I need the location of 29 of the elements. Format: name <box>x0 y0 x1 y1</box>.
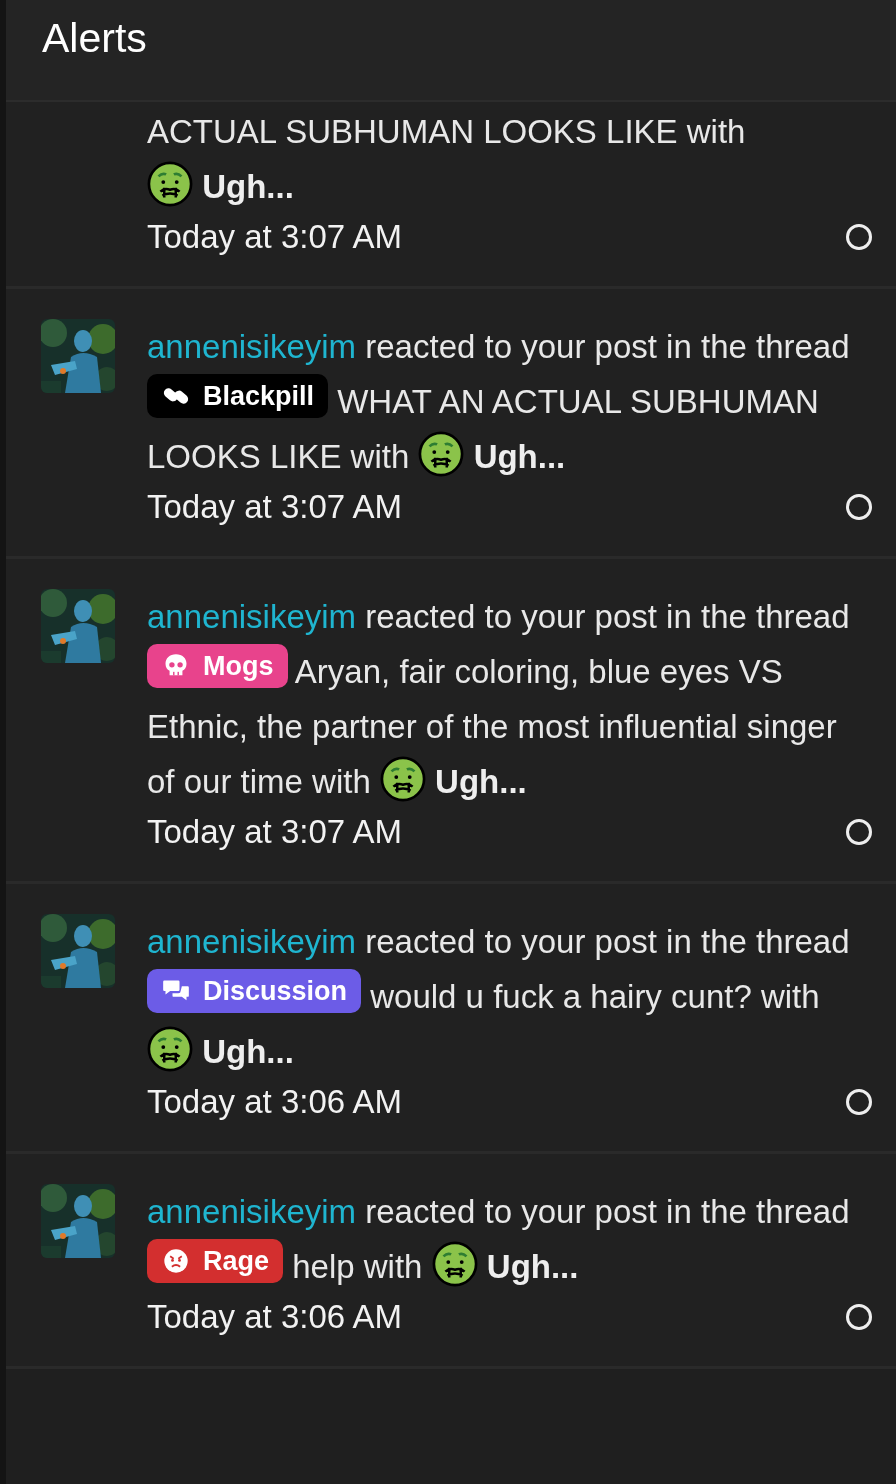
nauseated-face-icon <box>379 756 426 802</box>
thread-prefix-badge: Blackpill <box>147 374 329 418</box>
mark-read-button[interactable] <box>846 224 872 250</box>
mark-read-button[interactable] <box>846 494 872 520</box>
nauseated-face-icon <box>147 161 193 207</box>
username-link[interactable]: annenisikeyim <box>147 598 357 635</box>
username-link[interactable]: annenisikeyim <box>147 328 357 365</box>
username-link[interactable]: annenisikeyim <box>147 923 357 960</box>
nauseated-face-icon <box>147 1026 193 1072</box>
thread-prefix-badge: Mogs <box>147 644 288 688</box>
thread-prefix-badge: Discussion <box>147 969 362 1013</box>
alert-text: annenisikeyim reacted to your post in the thread Mogs Aryan, fair coloring, blue eyes VS Ethnic, the partner of the most influential singer of our time with Ugh... <box>147 597 851 804</box>
mark-read-button[interactable] <box>846 819 872 845</box>
mark-read-button[interactable] <box>846 1304 872 1330</box>
page-title: Alerts <box>42 14 147 63</box>
timestamp: Today at 3:06 AM <box>147 1082 402 1122</box>
thread-prefix-badge: Rage <box>147 1239 284 1283</box>
timestamp: Today at 3:07 AM <box>147 812 402 852</box>
mark-read-button[interactable] <box>846 1089 872 1115</box>
alert-text: annenisikeyim reacted to your post in the thread Rage help with Ugh... <box>147 1192 851 1289</box>
username-link[interactable]: annenisikeyim <box>147 1193 357 1230</box>
alert-text: ACTUAL SUBHUMAN LOOKS LIKE with Ugh... <box>147 112 747 209</box>
nauseated-face-icon <box>418 431 465 477</box>
alert-text: annenisikeyim reacted to your post in the thread Blackpill WHAT AN ACTUAL SUBHUMAN LOOKS LIKE with Ugh... <box>147 327 851 479</box>
timestamp: Today at 3:07 AM <box>147 217 402 257</box>
timestamp: Today at 3:06 AM <box>147 1297 402 1337</box>
nauseated-face-icon <box>431 1241 478 1287</box>
timestamp: Today at 3:07 AM <box>147 487 402 527</box>
alert-text: annenisikeyim reacted to your post in the thread Discussion would u fuck a hairy cunt? with Ugh... <box>147 922 851 1074</box>
